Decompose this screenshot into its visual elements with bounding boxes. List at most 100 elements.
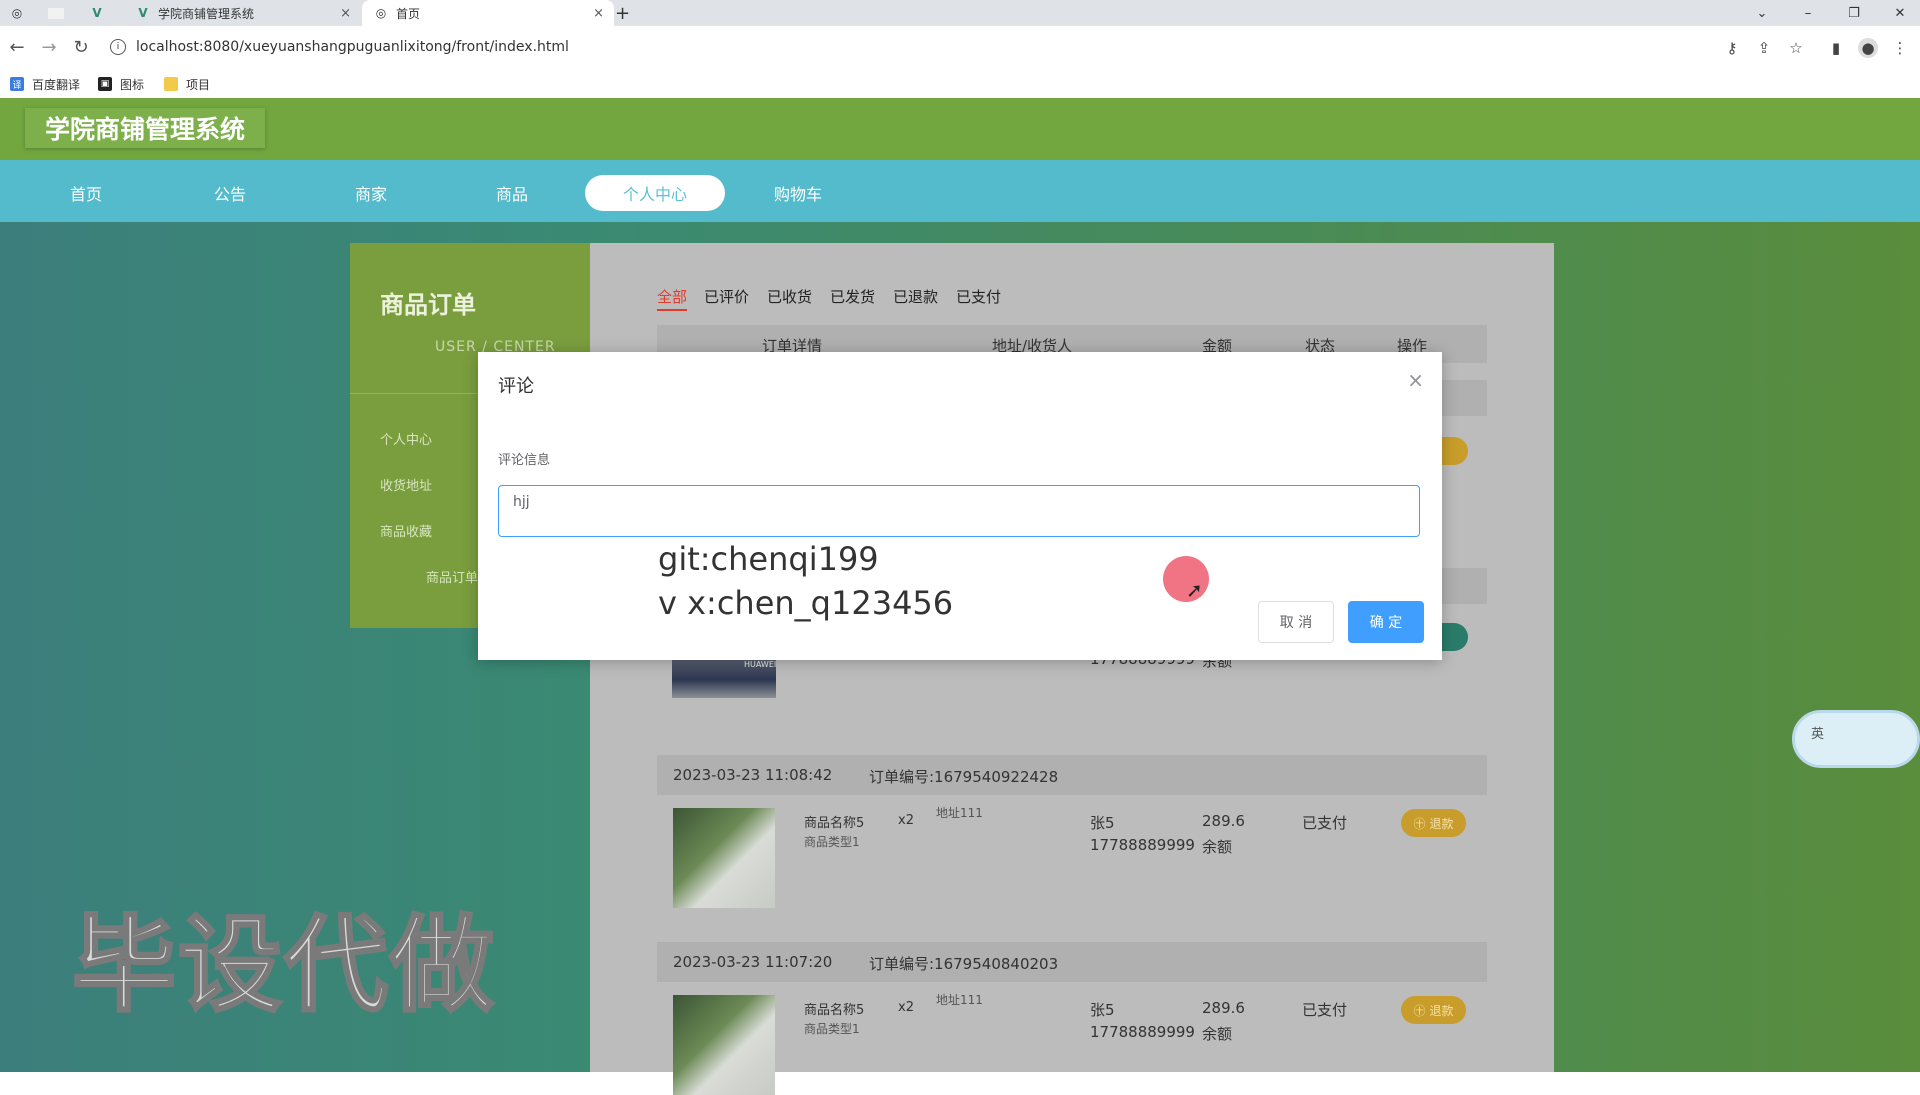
tab-search-icon[interactable]: ⌄ [1744,0,1780,26]
tab-reviewed[interactable]: 已评价 [704,286,749,307]
nav-merchant[interactable]: 商家 [301,175,441,211]
action-badge[interactable] [1440,623,1468,651]
blank-tab[interactable] [48,0,78,26]
address: 地址111 [936,806,983,820]
action-badge[interactable] [1440,437,1468,465]
product-name[interactable]: 商品名称5 [804,999,864,1018]
receiver: 张5 [1090,1001,1115,1019]
refund-button[interactable]: ㊉ 退款 [1401,996,1466,1024]
sidebar-title: 商品订单 [380,291,476,319]
ime-label: 英 [1811,727,1825,742]
back-icon[interactable]: ← [4,34,30,60]
pay-method: 余额 [1202,1025,1233,1043]
order-header: 2023-03-23 11:08:42 订单编号:1679540922428 [657,755,1487,795]
order-status: 已支付 [1302,1001,1348,1019]
tab-system[interactable]: V 学院商铺管理系统 × [130,0,361,26]
ime-widget[interactable]: 英 [1792,710,1920,768]
window-close-icon[interactable]: ✕ [1882,0,1918,26]
sidebar-item-address[interactable]: 收货地址 [380,475,432,494]
comment-label: 评论信息 [498,453,551,468]
order-time: 2023-03-23 11:07:20 [673,953,833,971]
globe-tab[interactable]: ◎ [10,0,40,26]
comment-dialog: 评论 × 评论信息 git:chenqi199 v x:chen_q123456… [478,352,1442,660]
address-bar: ← → ↻ i localhost:8080/xueyuanshangpugua… [0,26,1920,70]
translate-icon: 译 [10,77,24,91]
reload-icon[interactable]: ↻ [68,34,94,60]
amount: 289.6 [1202,812,1245,830]
phone: 17788889999 [1090,1023,1195,1041]
address: 地址111 [936,993,983,1007]
tab-all[interactable]: 全部 [657,286,688,311]
refund-button[interactable]: ㊉ 退款 [1401,809,1466,837]
comment-textarea[interactable] [498,485,1420,537]
sidebar-item-favorites[interactable]: 商品收藏 [380,521,432,540]
nav-user-center[interactable]: 个人中心 [585,175,725,211]
blank-page-icon [48,7,64,19]
info-icon[interactable]: i [110,39,126,55]
confirm-button[interactable]: 确 定 [1348,601,1424,643]
url-field[interactable]: i localhost:8080/xueyuanshangpuguanlixit… [110,34,569,60]
close-icon[interactable]: × [1407,368,1424,392]
vue-icon: V [138,6,148,20]
tab-received[interactable]: 已收货 [767,286,812,307]
phone: 17788889999 [1090,836,1195,854]
site-header: 学院商铺管理系统 [0,98,1920,160]
product-type: 商品类型1 [804,1022,860,1036]
product-qty: x2 [898,1000,914,1015]
nav-product[interactable]: 商品 [442,175,582,211]
refund-label: 退款 [1429,1003,1454,1018]
menu-icon[interactable]: ⋮ [1890,38,1910,58]
bookmark-translate[interactable]: 译 百度翻译 [10,75,80,93]
bookmark-label: 项目 [186,77,211,92]
folder-icon [164,77,178,91]
mouse-cursor-icon: ➚ [1186,578,1203,602]
restore-icon[interactable]: ❐ [1836,0,1872,26]
bookmark-label: 图标 [120,77,145,92]
key-icon[interactable]: ⚷ [1722,38,1742,58]
nav-notice[interactable]: 公告 [160,175,300,211]
order-header: 2023-03-23 11:07:20 订单编号:1679540840203 [657,942,1487,982]
new-tab-button[interactable]: + [615,0,635,26]
pay-method: 余额 [1202,838,1233,856]
bookmark-icons[interactable]: ▣ 图标 [98,75,144,93]
site-title[interactable]: 学院商铺管理系统 [25,108,266,148]
product-image[interactable] [673,995,775,1095]
close-tab-icon[interactable]: × [593,6,604,21]
browser-tab-bar: ◎ V V 学院商铺管理系统 × ◎ 首页 × + ⌄ – ❐ ✕ [0,0,1920,26]
tab-shipped[interactable]: 已发货 [830,286,875,307]
share-icon[interactable]: ⇪ [1754,38,1774,58]
vue-icon: V [92,6,102,20]
tab-home[interactable]: ◎ 首页 × [362,0,614,26]
overlay-text-wechat: v x:chen_q123456 [658,584,954,622]
url-text: localhost:8080/xueyuanshangpuguanlixiton… [136,39,569,55]
video-watermark: 毕设代做 [70,903,497,1028]
product-qty: x2 [898,813,914,828]
side-panel-icon[interactable]: ▮ [1826,38,1846,58]
product-type: 商品类型1 [804,835,860,849]
sidebar-item-orders[interactable]: 商品订单 [426,567,478,586]
vue-tab[interactable]: V [90,0,120,26]
forward-icon[interactable]: → [36,34,62,60]
profile-icon[interactable]: ● [1858,38,1878,58]
order-status: 已支付 [1302,814,1348,832]
tab-refunded[interactable]: 已退款 [893,286,938,307]
product-name[interactable]: 商品名称5 [804,812,864,831]
star-icon[interactable]: ☆ [1786,38,1806,58]
tab-paid[interactable]: 已支付 [956,286,1001,307]
refund-label: 退款 [1429,816,1454,831]
order-number: 订单编号:1679540840203 [869,955,1059,973]
order-number: 订单编号:1679540922428 [869,768,1059,786]
tab-title: 首页 [396,6,421,21]
site-nav: 首页 公告 商家 商品 个人中心 购物车 [0,160,1920,222]
tab-title: 学院商铺管理系统 [158,6,255,21]
close-tab-icon[interactable]: × [340,6,351,21]
cancel-button[interactable]: 取 消 [1258,601,1334,643]
overlay-text-git: git:chenqi199 [658,540,879,578]
minimize-icon[interactable]: – [1790,0,1826,26]
sidebar-item-user-center[interactable]: 个人中心 [380,429,432,448]
nav-cart[interactable]: 购物车 [728,175,868,211]
product-image[interactable] [673,808,775,908]
icon-library-icon: ▣ [98,77,112,91]
bookmark-project[interactable]: 项目 [164,75,210,93]
nav-home[interactable]: 首页 [16,175,156,211]
